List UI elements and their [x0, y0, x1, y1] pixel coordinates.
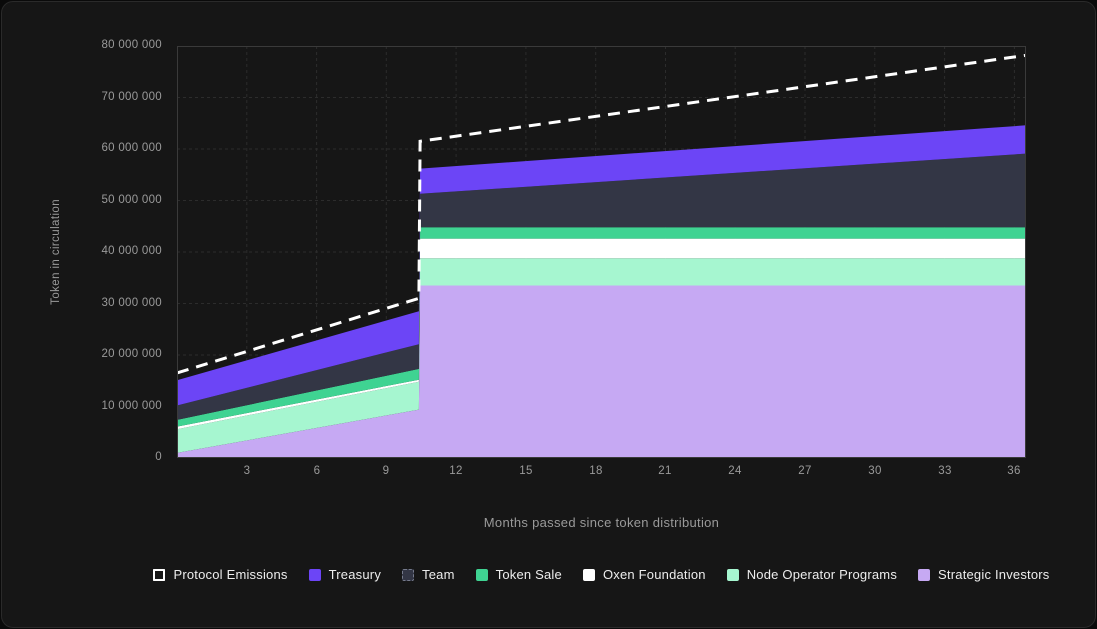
- x-axis-tick-labels: 369121518212427303336: [177, 465, 1026, 481]
- x-tick-label-12: 12: [432, 465, 480, 477]
- legend: Protocol Emissions Treasury Team Token Sale…: [132, 564, 1071, 585]
- legend-swatch-treasury: [309, 569, 321, 581]
- legend-swatch-oxen-foundation: [583, 569, 595, 581]
- x-tick-label-15: 15: [502, 465, 550, 477]
- x-tick-label-30: 30: [851, 465, 899, 477]
- legend-item-team: Team: [402, 567, 455, 582]
- legend-item-node-operator-programs: Node Operator Programs: [727, 567, 897, 582]
- x-tick-label-21: 21: [641, 465, 689, 477]
- legend-swatch-strategic-investors: [918, 569, 930, 581]
- legend-item-strategic-investors: Strategic Investors: [918, 567, 1049, 582]
- x-tick-label-36: 36: [990, 465, 1038, 477]
- legend-label-token-sale: Token Sale: [496, 567, 562, 582]
- legend-label-node-operator-programs: Node Operator Programs: [747, 567, 897, 582]
- y-tick-label-70-000-000: 70 000 000: [101, 91, 162, 103]
- y-tick-label-0: 0: [155, 451, 162, 463]
- x-tick-label-24: 24: [711, 465, 759, 477]
- legend-swatch-node-operator-programs: [727, 569, 739, 581]
- legend-label-team: Team: [422, 567, 455, 582]
- x-axis-title: Months passed since token distribution: [177, 515, 1026, 530]
- x-tick-label-6: 6: [293, 465, 341, 477]
- plot-area: [177, 46, 1026, 458]
- y-tick-label-60-000-000: 60 000 000: [101, 142, 162, 154]
- x-tick-label-9: 9: [362, 465, 410, 477]
- y-axis-tick-labels: 010 000 00020 000 00030 000 00040 000 00…: [2, 46, 162, 458]
- y-tick-label-50-000-000: 50 000 000: [101, 194, 162, 206]
- y-tick-label-40-000-000: 40 000 000: [101, 245, 162, 257]
- x-tick-label-33: 33: [921, 465, 969, 477]
- legend-item-token-sale: Token Sale: [476, 567, 562, 582]
- legend-item-treasury: Treasury: [309, 567, 381, 582]
- y-tick-label-20-000-000: 20 000 000: [101, 348, 162, 360]
- x-tick-label-18: 18: [572, 465, 620, 477]
- legend-item-oxen-foundation: Oxen Foundation: [583, 567, 706, 582]
- legend-item-protocol-emissions: Protocol Emissions: [153, 567, 287, 582]
- chart-card: Token in circulation 010 000 00020 000 0…: [1, 1, 1096, 628]
- legend-swatch-protocol-emissions: [153, 569, 165, 581]
- x-tick-label-3: 3: [223, 465, 271, 477]
- legend-label-protocol-emissions: Protocol Emissions: [173, 567, 287, 582]
- y-tick-label-80-000-000: 80 000 000: [101, 39, 162, 51]
- y-tick-label-10-000-000: 10 000 000: [101, 400, 162, 412]
- legend-label-treasury: Treasury: [329, 567, 381, 582]
- legend-swatch-token-sale: [476, 569, 488, 581]
- y-tick-label-30-000-000: 30 000 000: [101, 297, 162, 309]
- stacked-area-chart: [177, 46, 1026, 458]
- legend-label-oxen-foundation: Oxen Foundation: [603, 567, 706, 582]
- legend-swatch-team: [402, 569, 414, 581]
- x-tick-label-27: 27: [781, 465, 829, 477]
- legend-label-strategic-investors: Strategic Investors: [938, 567, 1049, 582]
